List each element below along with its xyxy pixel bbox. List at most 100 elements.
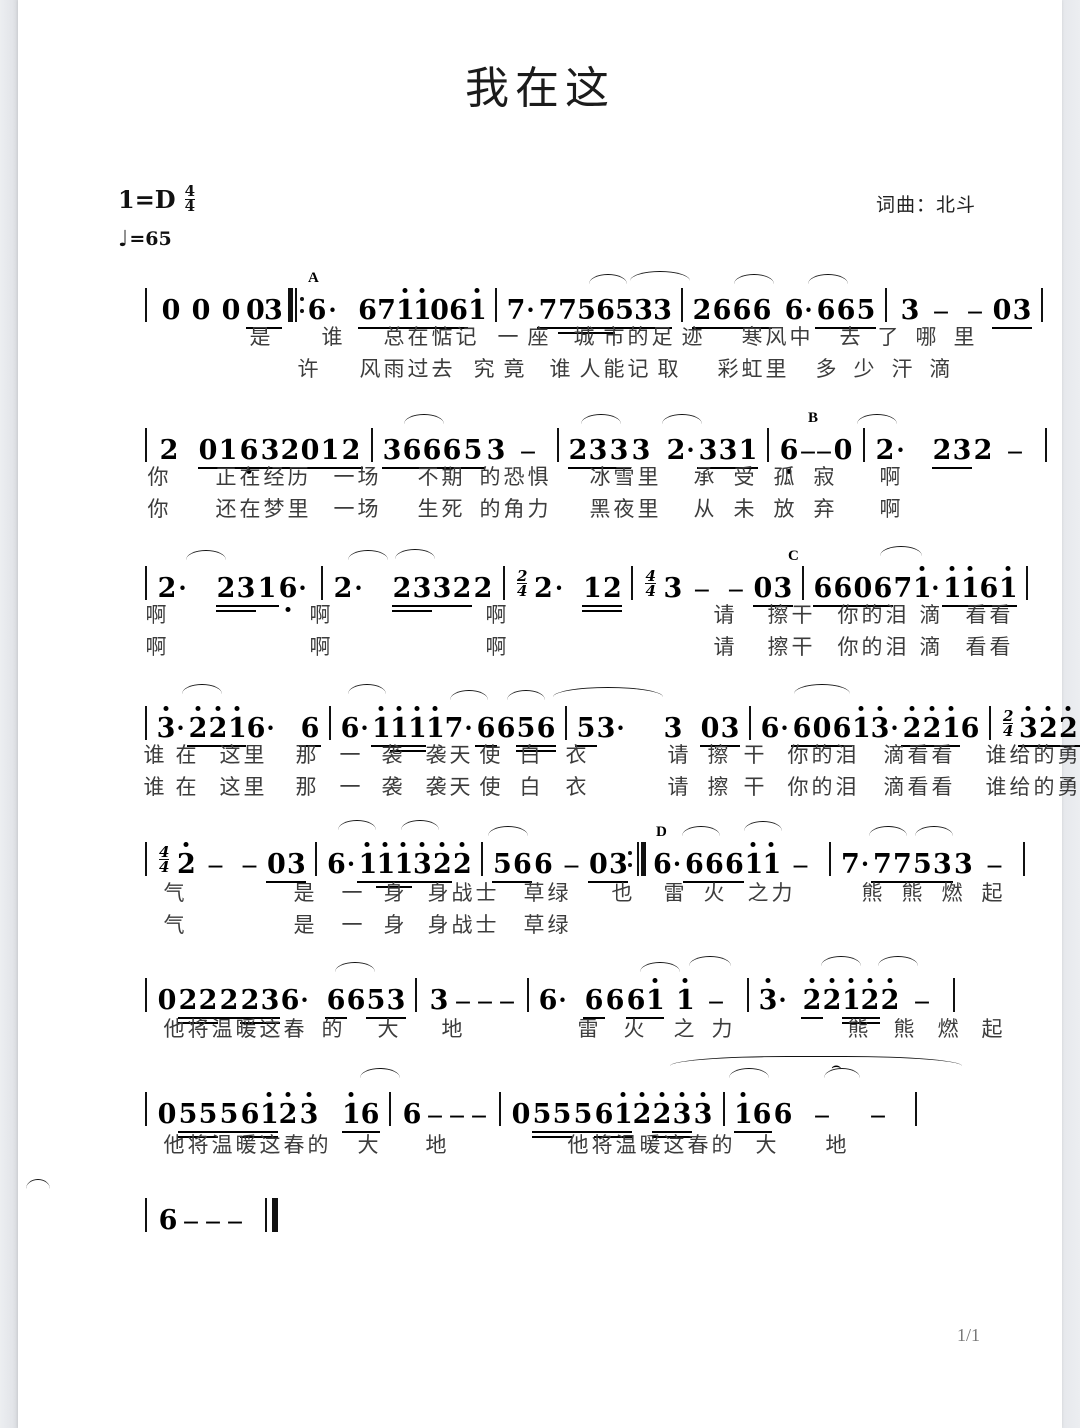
- meter-num: 2: [517, 566, 528, 585]
- note: 2: [392, 573, 412, 604]
- lyric: 记: [627, 357, 649, 381]
- lyric: 彩: [717, 357, 739, 381]
- note: 6: [325, 985, 347, 1020]
- lyric: 啊: [145, 635, 167, 659]
- slur: [734, 274, 774, 284]
- note: 6: [836, 295, 856, 326]
- lyric: 泪: [885, 635, 907, 659]
- note: 6: [760, 713, 780, 744]
- note: 6: [813, 573, 833, 604]
- beam-group: 66: [704, 851, 745, 884]
- lyric: 历: [287, 465, 309, 489]
- note: 6: [778, 437, 800, 474]
- lyric: 袭: [425, 743, 447, 767]
- beam-group: 06: [852, 575, 893, 608]
- barline: [749, 706, 751, 740]
- lyric: 擦: [767, 635, 789, 659]
- barline: [481, 842, 484, 876]
- lyric: 勇: [1057, 743, 1079, 767]
- lyric: 勇: [1057, 775, 1079, 799]
- lyric: 在: [407, 325, 429, 349]
- lyric: 燃: [937, 1017, 959, 1041]
- note: 2: [860, 978, 880, 1014]
- lyric: 干: [791, 603, 813, 627]
- lyric: 袭: [425, 775, 447, 799]
- note: 6: [683, 849, 706, 884]
- slur: [857, 414, 897, 424]
- note-extension: –: [987, 849, 1002, 879]
- meter-den: 4: [159, 857, 170, 876]
- lyric: 啊: [879, 465, 901, 489]
- beam-group: 32: [260, 437, 300, 470]
- note: 3: [634, 295, 653, 326]
- barline: [145, 978, 147, 1012]
- lyric: 看: [931, 743, 953, 767]
- augmentation-dot: ·: [298, 573, 308, 603]
- barline: [953, 978, 955, 1012]
- note: 1: [852, 706, 871, 742]
- lyric: 地: [425, 1133, 447, 1157]
- beam-group: 26: [692, 297, 732, 330]
- beam-group: 55: [532, 1101, 572, 1139]
- slur: [821, 956, 861, 966]
- note: 3: [773, 573, 793, 604]
- lyric: 人: [579, 357, 601, 381]
- lyric: 了: [877, 325, 899, 349]
- augmentation-dot: ·: [686, 435, 696, 465]
- note: 2: [240, 985, 260, 1016]
- lyric: 他: [567, 1133, 589, 1157]
- lyric: 孤: [773, 465, 795, 489]
- note: 6: [475, 713, 497, 748]
- lyric: 的: [711, 1133, 733, 1157]
- lyric: 一: [333, 497, 355, 521]
- lyrics-verse-2: 啊 啊 啊 请 擦 干 你 的 泪 滴 看 看: [136, 632, 1012, 662]
- note: 0: [300, 435, 320, 466]
- lyric: 还: [215, 497, 237, 521]
- note: 1: [394, 842, 413, 878]
- note: 6: [246, 713, 266, 744]
- slur: [488, 826, 528, 836]
- lyric: 你: [147, 465, 169, 489]
- lyric: 看: [965, 635, 987, 659]
- note: 3: [156, 706, 176, 742]
- note: 3: [672, 1092, 692, 1128]
- lyric: 暖: [235, 1133, 257, 1157]
- note: 3: [588, 435, 608, 466]
- final-barline-thin: [265, 1198, 267, 1232]
- lyric: 干: [791, 635, 813, 659]
- slur: [824, 1068, 860, 1078]
- lyric: 在: [175, 775, 197, 799]
- note-extension: –: [456, 985, 470, 1015]
- note-extension: –: [801, 435, 815, 465]
- note: 1: [676, 978, 695, 1014]
- beam-group: 56: [492, 851, 533, 884]
- lyric: 在: [175, 743, 197, 767]
- note: 2: [652, 1092, 672, 1128]
- barline: [415, 978, 417, 1012]
- augmentation-dot: ·: [890, 713, 900, 743]
- lyric: 风: [359, 357, 381, 381]
- lyric: 春: [283, 1017, 305, 1041]
- slur: [186, 550, 226, 560]
- beam-group: 23: [392, 573, 432, 613]
- lyric: 地: [825, 1133, 847, 1157]
- lyric: 场: [357, 465, 379, 489]
- note: 7: [377, 295, 396, 326]
- lyric: 绿: [547, 913, 569, 937]
- lyric: 的: [321, 1017, 343, 1041]
- lyric: 一: [341, 913, 363, 937]
- slur: [507, 690, 545, 700]
- note: 2: [666, 435, 686, 466]
- lyric: 一: [339, 775, 361, 799]
- beam-group: 21: [1058, 706, 1080, 748]
- note-extension: –: [815, 1099, 829, 1129]
- page-number: 1/1: [956, 1325, 980, 1345]
- beam-group: 61: [594, 1092, 633, 1139]
- note: 5: [577, 295, 596, 326]
- note: 3: [609, 849, 628, 880]
- note-extension: –: [564, 849, 579, 879]
- lyric: 正: [215, 465, 237, 489]
- beam-group: 03: [992, 297, 1032, 330]
- lyric: 的: [861, 635, 883, 659]
- beam-group: 55: [178, 1101, 218, 1139]
